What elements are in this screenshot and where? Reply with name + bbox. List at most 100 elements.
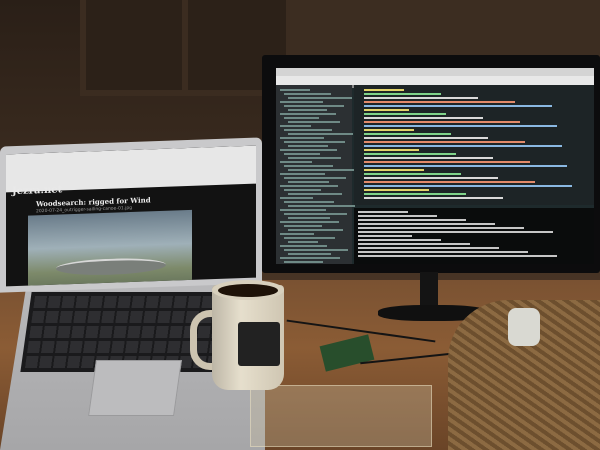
file-tree-line [288,133,353,135]
file-tree-line [280,89,310,91]
editor-menu-bar [276,76,594,88]
file-tree-line [280,101,323,103]
file-tree-line [280,137,324,139]
file-tree-line [280,125,311,127]
file-tree-line [284,225,322,227]
terminal-line [358,243,470,245]
file-tree-line [284,237,335,239]
file-tree-line [288,181,329,183]
code-line [364,129,414,131]
file-tree-line [288,253,331,255]
code-line [364,193,466,195]
file-tree-line [280,161,312,163]
editor-title-bar [276,68,594,76]
file-tree-line [288,97,352,99]
code-line [364,101,515,103]
terminal-line [358,223,495,225]
plastic-box [250,385,432,447]
code-line [364,177,498,179]
file-tree-line [284,105,344,107]
file-tree-line [288,229,343,231]
file-tree-line [280,113,336,115]
file-tree-line [288,169,354,171]
code-line [364,117,483,119]
code-line [364,121,520,123]
code-line [364,149,419,151]
file-tree-line [288,121,340,123]
file-tree-line [284,177,346,179]
file-tree-line [288,157,341,159]
file-tree-line [280,197,313,199]
terminal-panel [354,208,594,264]
terminal-line [358,215,437,217]
terminal-line [358,219,466,221]
file-tree-line [280,173,325,175]
laptop-trackpad [88,360,182,416]
code-line [364,109,409,111]
file-tree-line [280,221,339,223]
monitor-screen [276,68,594,264]
laptop-screen: Jezra.net Woodsearch: rigged for Wind 20… [6,145,256,287]
figurine [508,308,540,346]
file-tree-line [284,201,334,203]
code-line [364,89,404,91]
file-tree-line [280,257,340,259]
file-tree-line [284,129,332,131]
code-line [364,113,446,115]
photo-scene: Jezra.net Woodsearch: rigged for Wind 20… [0,0,600,450]
code-line [364,153,456,155]
file-tree-line [280,209,326,211]
coffee [218,284,278,297]
terminal-line [358,231,553,233]
terminal-line [358,251,528,253]
file-tree-line [284,141,345,143]
terminal-line [358,227,524,229]
code-line [364,197,503,199]
code-line [364,157,493,159]
terminal-line [358,247,499,249]
file-tree-line [280,149,337,151]
code-line [364,161,530,163]
mug-logo [238,322,280,366]
canoe-photo [28,209,192,287]
file-tree-line [284,189,321,191]
file-tree-panel [276,85,355,264]
file-tree-line [288,241,318,243]
file-tree-line [284,249,348,251]
file-tree-line [288,217,330,219]
code-line [364,185,572,187]
code-line [364,105,552,107]
terminal-line [358,239,441,241]
wall-shelf [290,0,600,60]
file-tree-line [284,165,333,167]
file-tree-line [284,93,331,95]
file-tree-line [280,233,314,235]
code-line [364,97,478,99]
code-line [364,189,429,191]
file-tree-line [280,245,327,247]
code-line [364,141,525,143]
code-line [364,125,557,127]
terminal-line [358,255,557,257]
code-line [364,169,424,171]
code-line [364,145,562,147]
file-tree-line [288,205,355,207]
file-tree-line [284,213,347,215]
file-tree-line [284,261,323,263]
site-title: Jezra.net [12,184,63,198]
file-tree-line [284,117,319,119]
code-line [364,181,535,183]
file-tree-line [280,185,338,187]
code-line [364,93,441,95]
code-line [364,137,488,139]
code-editor-panel [354,85,594,205]
file-tree-line [284,153,320,155]
code-line [364,165,567,167]
terminal-line [358,211,408,213]
code-line [364,173,461,175]
file-tree-line [288,145,328,147]
file-tree-line [288,109,327,111]
file-tree-line [288,193,342,195]
terminal-line [358,235,412,237]
code-line [364,133,451,135]
